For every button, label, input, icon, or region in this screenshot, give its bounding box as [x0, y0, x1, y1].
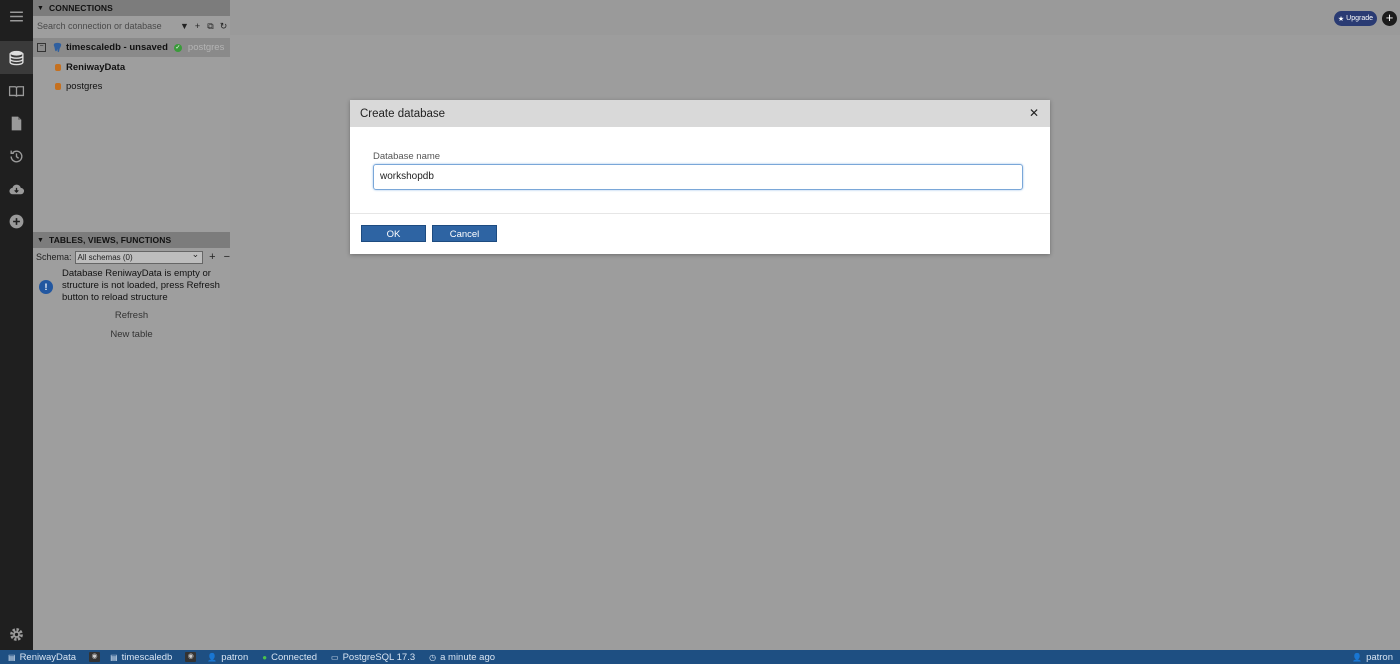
database-name: ReniwayData: [66, 61, 126, 73]
filter-icon[interactable]: ▼: [178, 21, 191, 31]
file-icon[interactable]: [0, 107, 33, 140]
connection-item[interactable]: − timescaledb - unsaved ✓ postgres: [33, 38, 230, 57]
cloud-icon[interactable]: [0, 173, 33, 206]
connection-search-input[interactable]: Search connection or database: [37, 21, 178, 31]
schema-row: Schema: All schemas (0) + −: [36, 249, 230, 264]
database-icon: ▤: [8, 652, 16, 662]
database-icon: [55, 63, 61, 71]
refresh-icon[interactable]: ↻: [217, 21, 230, 32]
icon-rail: [0, 0, 33, 650]
tables-header[interactable]: ▼ TABLES, VIEWS, FUNCTIONS: [33, 232, 230, 248]
plus-circle-icon[interactable]: [0, 205, 33, 238]
status-bar: ▤ ReniwayData ◉ ▤ timescaledb ◉ 👤 patron ● C…: [0, 650, 1400, 664]
status-time: ◷ a minute ago: [429, 651, 496, 663]
create-database-dialog: Create database ✕ Database name workshop…: [350, 100, 1050, 254]
connection-search-row: Search connection or database ▼ + ⧉ ↻: [33, 16, 230, 36]
database-name-input[interactable]: workshopdb: [373, 164, 1023, 190]
top-bar: ★ Upgrade +: [230, 0, 1400, 35]
database-icon: [55, 82, 61, 90]
connection-detail: postgres: [187, 42, 225, 53]
status-right-user: 👤 patron: [1352, 651, 1393, 663]
connected-check-icon: ✓: [173, 43, 182, 52]
database-item-reniwaydata[interactable]: ReniwayData: [55, 60, 125, 74]
new-window-icon[interactable]: ⧉: [204, 21, 217, 32]
schema-select[interactable]: All schemas (0): [74, 249, 204, 264]
refresh-link[interactable]: Refresh: [33, 310, 230, 321]
new-table-link[interactable]: New table: [33, 329, 230, 340]
server-icon: ▭: [331, 652, 339, 662]
server-icon: ▤: [110, 652, 118, 662]
database-name-label: Database name: [373, 151, 441, 162]
user-icon: 👤: [1352, 652, 1363, 662]
connections-header[interactable]: ▼ CONNECTIONS: [33, 0, 230, 16]
book-icon[interactable]: [0, 75, 33, 108]
star-icon: ★: [1337, 15, 1345, 23]
database-name: postgres: [66, 80, 103, 92]
status-connection: ● Connected: [262, 651, 318, 663]
dialog-header: Create database ✕: [350, 100, 1050, 127]
database-icon[interactable]: [0, 41, 33, 74]
database-item-postgres[interactable]: postgres: [55, 79, 102, 93]
user-icon: 👤: [207, 652, 218, 662]
history-icon[interactable]: [0, 140, 33, 173]
collapse-icon: ▼: [37, 236, 45, 244]
new-tab-plus-icon[interactable]: +: [1382, 11, 1397, 26]
status-engine: ▭ PostgreSQL 17.3: [331, 651, 416, 663]
menu-icon[interactable]: [0, 0, 33, 33]
schema-label: Schema:: [36, 252, 72, 262]
upgrade-button[interactable]: ★ Upgrade: [1333, 11, 1377, 26]
collapse-icon: ▼: [37, 4, 45, 12]
postgres-elephant-icon: ◉: [185, 652, 197, 662]
ok-button[interactable]: OK: [361, 225, 426, 242]
collapse-tree-icon[interactable]: −: [37, 43, 46, 52]
clock-icon: ◷: [429, 652, 437, 662]
left-panel: ▼ CONNECTIONS Search connection or datab…: [33, 0, 230, 650]
dialog-title: Create database: [360, 107, 446, 120]
postgres-elephant-icon: ◉: [89, 652, 101, 662]
info-icon: !: [39, 280, 53, 294]
empty-structure-info: ! Database ReniwayData is empty or struc…: [39, 268, 224, 304]
connected-check-icon: ●: [262, 652, 268, 662]
gear-icon[interactable]: [0, 618, 33, 651]
main-area: ★ Upgrade +: [230, 0, 1400, 650]
connection-name: timescaledb - unsaved: [66, 42, 168, 53]
status-server[interactable]: ▤ timescaledb: [110, 652, 172, 663]
cancel-button[interactable]: Cancel: [432, 225, 497, 242]
postgres-elephant-icon: [53, 42, 62, 53]
add-schema-icon[interactable]: +: [209, 251, 215, 263]
add-connection-icon[interactable]: +: [191, 21, 204, 31]
status-user: 👤 patron: [207, 651, 249, 663]
dialog-divider: [350, 213, 1050, 214]
status-database[interactable]: ▤ ReniwayData: [8, 652, 76, 663]
close-icon[interactable]: ✕: [1029, 106, 1039, 120]
